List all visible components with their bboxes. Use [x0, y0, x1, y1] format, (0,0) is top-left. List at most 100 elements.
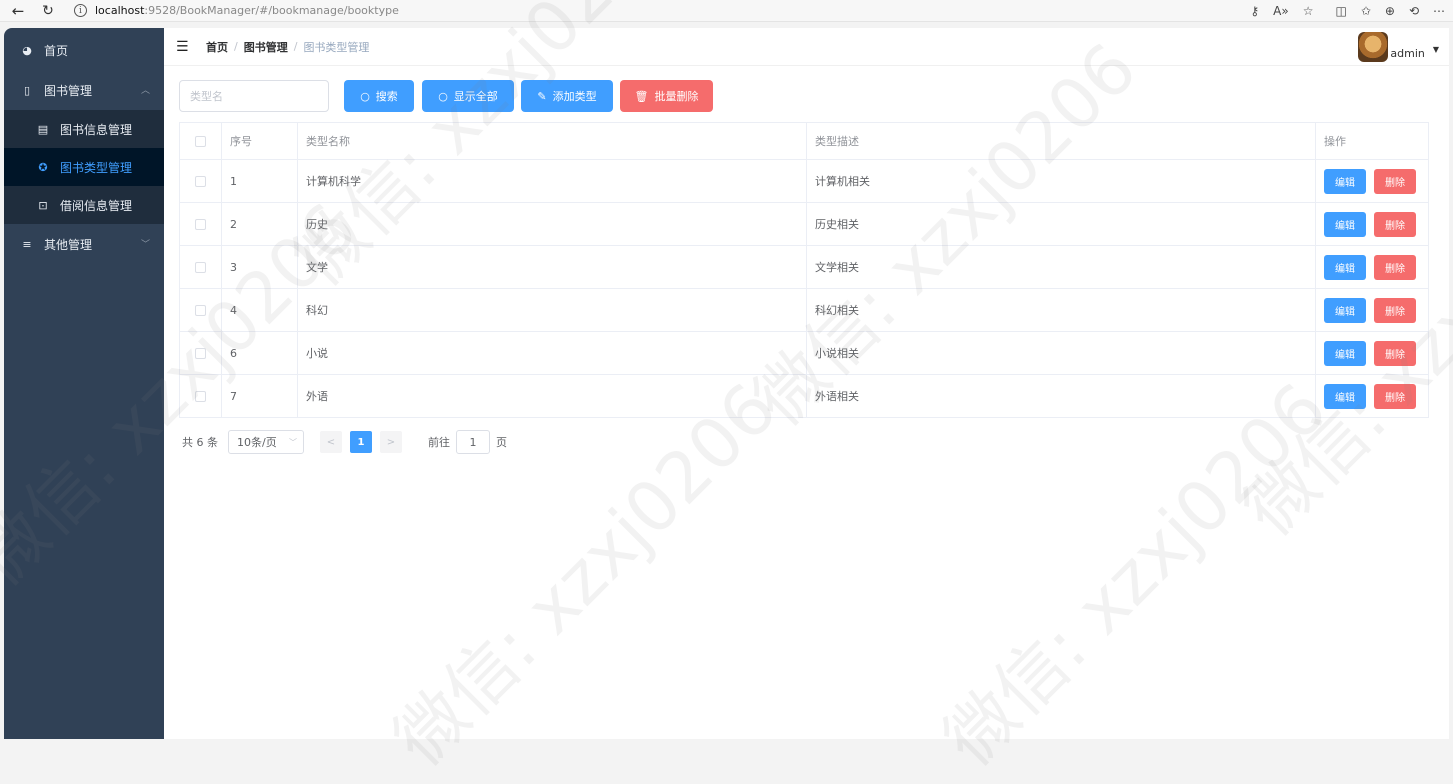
more-icon[interactable]: ⋯ [1433, 4, 1445, 18]
avatar[interactable] [1358, 32, 1389, 62]
borrow-icon: ⊡ [38, 198, 48, 212]
sidebar-item-borrow-info[interactable]: ⊡ 借阅信息管理 [4, 186, 164, 224]
trash-icon: 🗑 [634, 89, 649, 103]
username: admin [1390, 47, 1425, 60]
delete-button[interactable]: 删除 [1374, 340, 1416, 366]
delete-button[interactable]: 删除 [1374, 168, 1416, 194]
table-row: 6 小说 小说相关 编辑 删除 [180, 332, 1428, 375]
cell-name: 科幻 [298, 289, 807, 331]
batch-delete-button[interactable]: 🗑 批量删除 [620, 80, 713, 112]
cell-name: 计算机科学 [298, 160, 807, 202]
edit-button[interactable]: 编辑 [1324, 340, 1366, 366]
sidebar-item-label: 图书管理 [44, 83, 93, 98]
read-aloud-icon[interactable]: A» [1273, 4, 1289, 18]
cell-name: 文学 [298, 246, 807, 288]
add-type-button[interactable]: ✎ 添加类型 [521, 80, 613, 112]
user-dropdown[interactable]: admin ▼ [1358, 32, 1439, 62]
sidebar-item-book-info[interactable]: ▤ 图书信息管理 [4, 110, 164, 148]
split-icon[interactable]: ◫ [1335, 4, 1346, 18]
page-size-select[interactable]: 10条/页 ﹀ [228, 430, 304, 454]
favorite-icon[interactable]: ☆ [1303, 4, 1314, 18]
row-check-cell [180, 375, 222, 417]
header-no: 序号 [222, 123, 298, 159]
favorites-icon[interactable]: ✩ [1361, 4, 1371, 18]
sidebar-item-book-management[interactable]: ▯ 图书管理 ︿ [4, 70, 164, 110]
batch-delete-button-label: 批量删除 [654, 90, 699, 103]
goto-page-input[interactable] [456, 430, 490, 454]
edit-button[interactable]: 编辑 [1324, 297, 1366, 323]
info-icon[interactable]: i [74, 4, 87, 17]
cell-op: 编辑 删除 [1316, 375, 1428, 417]
submenu-book-management: ▤ 图书信息管理 ✪ 图书类型管理 ⊡ 借阅信息管理 [4, 110, 164, 224]
hamburger-icon[interactable]: ☰ [176, 39, 192, 55]
search-input[interactable] [179, 80, 329, 112]
key-icon[interactable]: ⚷ [1250, 4, 1259, 18]
cell-op: 编辑 删除 [1316, 203, 1428, 245]
cell-no: 1 [222, 160, 298, 202]
edit-button[interactable]: 编辑 [1324, 168, 1366, 194]
edit-button[interactable]: 编辑 [1324, 383, 1366, 409]
sidebar-item-label: 其他管理 [44, 237, 93, 252]
show-all-button[interactable]: ○ 显示全部 [422, 80, 514, 112]
delete-button[interactable]: 删除 [1374, 211, 1416, 237]
row-checkbox[interactable] [195, 261, 206, 273]
type-table: 序号 类型名称 类型描述 操作 1 计算机科学 计算机相关 编辑 删除 2 历史 历史相关 编辑… [179, 122, 1429, 418]
sidebar-item-home[interactable]: ◕ 首页 [4, 30, 164, 70]
document-icon: ▤ [37, 122, 49, 136]
table-body: 1 计算机科学 计算机相关 编辑 删除 2 历史 历史相关 编辑 删除 3 文学 文学相关 编辑 删除 4 科幻… [180, 160, 1428, 418]
breadcrumb-current: 图书类型管理 [303, 40, 370, 54]
delete-button[interactable]: 删除 [1374, 297, 1416, 323]
sidebar-item-other-management[interactable]: ≡ 其他管理 ﹀ [4, 224, 164, 264]
list-icon: ≡ [22, 237, 32, 251]
breadcrumb-book-management[interactable]: 图书管理 [244, 39, 288, 55]
breadcrumb-separator: / [293, 40, 298, 53]
search-icon: ○ [438, 89, 448, 103]
row-checkbox[interactable] [195, 218, 206, 230]
row-checkbox[interactable] [195, 347, 206, 359]
collections-icon[interactable]: ⊕ [1385, 4, 1395, 18]
row-checkbox[interactable] [195, 390, 206, 402]
sidebar-item-label: 借阅信息管理 [60, 198, 133, 213]
goto-prefix: 前往 [428, 436, 450, 449]
add-type-button-label: 添加类型 [552, 90, 597, 103]
edit-button[interactable]: 编辑 [1324, 211, 1366, 237]
sidebar-item-label: 图书信息管理 [60, 122, 133, 137]
select-all-checkbox[interactable] [195, 135, 206, 147]
history-icon[interactable]: ⟲ [1409, 4, 1419, 18]
cell-desc: 文学相关 [807, 246, 1316, 288]
table-row: 2 历史 历史相关 编辑 删除 [180, 203, 1428, 246]
prev-page-button[interactable]: < [320, 431, 342, 453]
cell-desc: 科幻相关 [807, 289, 1316, 331]
edit-button[interactable]: 编辑 [1324, 254, 1366, 280]
browser-toolbar: ← ↻ i localhost:9528/BookManager/#/bookm… [0, 0, 1453, 22]
table-header: 序号 类型名称 类型描述 操作 [180, 123, 1428, 160]
row-check-cell [180, 332, 222, 374]
browser-actions: ⚷ A» ☆ ◫ ✩ ⊕ ⟲ ⋯ [1242, 0, 1445, 22]
sidebar: ◕ 首页 ▯ 图书管理 ︿ ▤ 图书信息管理 ✪ 图书类型管理 ⊡ 借阅信息管理… [4, 28, 164, 739]
cell-op: 编辑 删除 [1316, 289, 1428, 331]
breadcrumb: 首页 / 图书管理 / 图书类型管理 [206, 39, 369, 55]
page-size-value: 10条/页 [237, 436, 277, 449]
back-arrow-icon[interactable]: ← [6, 0, 30, 22]
row-check-cell [180, 160, 222, 202]
cell-name: 历史 [298, 203, 807, 245]
breadcrumb-home[interactable]: 首页 [206, 39, 228, 55]
row-checkbox[interactable] [195, 304, 206, 316]
address-bar[interactable]: localhost:9528/BookManager/#/bookmanage/… [95, 4, 399, 17]
page-number-button[interactable]: 1 [350, 431, 372, 453]
cell-no: 4 [222, 289, 298, 331]
next-page-button[interactable]: > [380, 431, 402, 453]
delete-button[interactable]: 删除 [1374, 254, 1416, 280]
row-checkbox[interactable] [195, 175, 206, 187]
cell-name: 小说 [298, 332, 807, 374]
search-button[interactable]: ○ 搜索 [344, 80, 414, 112]
delete-button[interactable]: 删除 [1374, 383, 1416, 409]
sidebar-item-label: 图书类型管理 [60, 160, 133, 175]
caret-down-icon: ▼ [1432, 45, 1439, 54]
sidebar-item-book-type[interactable]: ✪ 图书类型管理 [4, 148, 164, 186]
cell-name: 外语 [298, 375, 807, 417]
component-icon: ✪ [38, 160, 48, 174]
reload-icon[interactable]: ↻ [36, 0, 60, 22]
toolbar: ○ 搜索 ○ 显示全部 ✎ 添加类型 🗑 批量删除 [179, 80, 713, 112]
search-icon: ○ [360, 89, 370, 103]
